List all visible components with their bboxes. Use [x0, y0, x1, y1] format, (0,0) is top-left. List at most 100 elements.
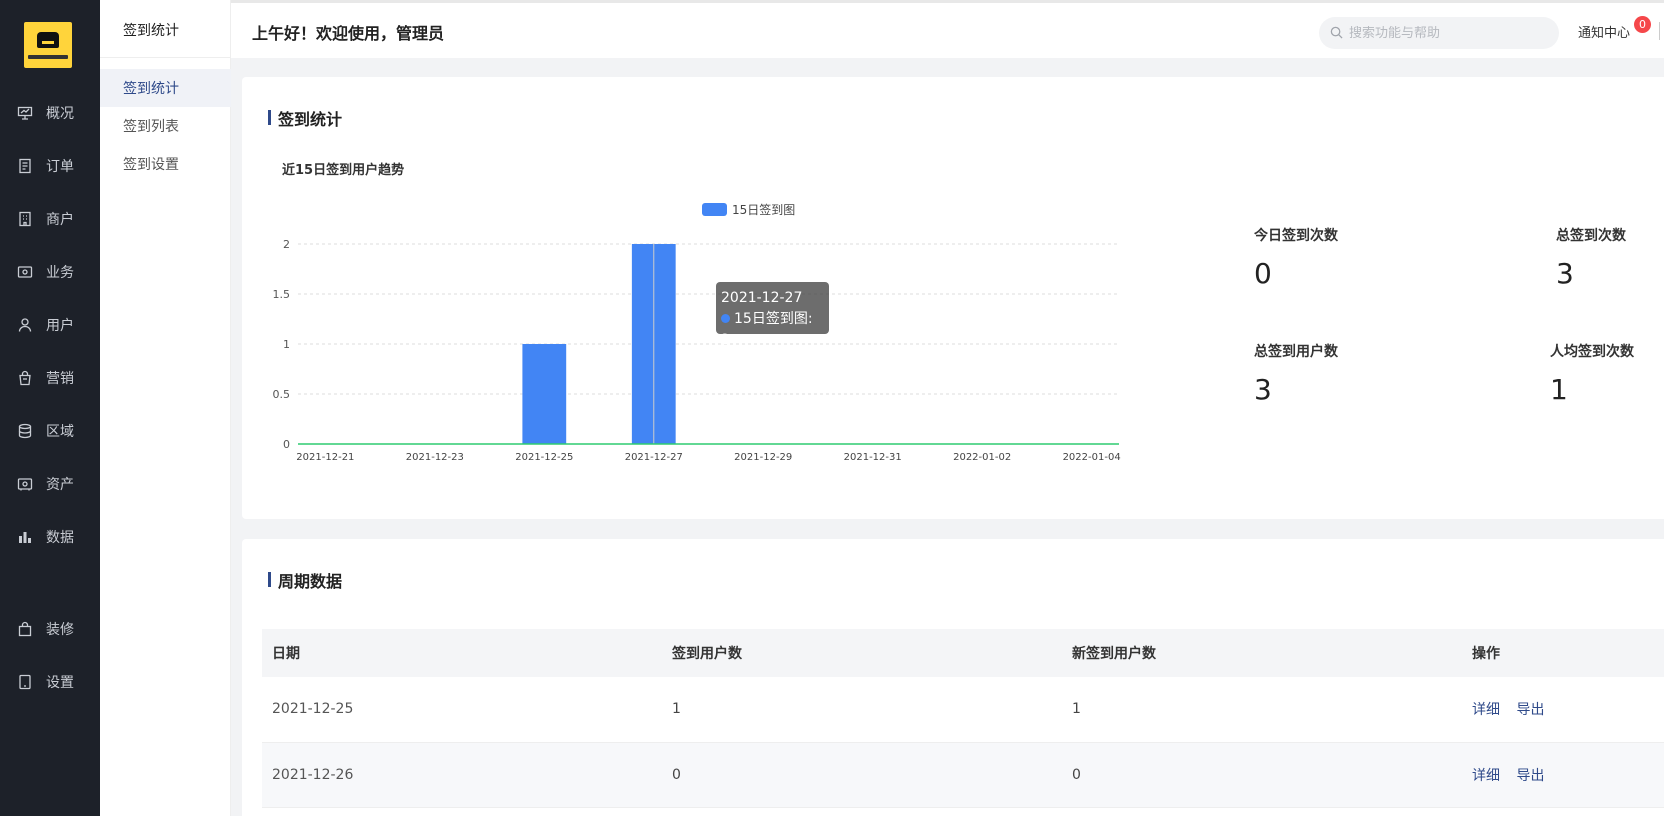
presentation-icon [17, 105, 33, 121]
nav-label: 资产 [46, 477, 74, 493]
nav-label: 装修 [46, 622, 74, 638]
bar-chart-icon [17, 529, 33, 545]
chart-bar[interactable] [522, 344, 567, 444]
nav-label: 订单 [46, 159, 74, 175]
notification-center[interactable]: 通知中心 [1578, 22, 1630, 41]
column-header-actions: 操作 [1462, 629, 1664, 677]
table-header-row: 日期 签到用户数 新签到用户数 操作 [262, 629, 1664, 677]
nav-label: 数据 [46, 530, 74, 546]
nav-label: 营销 [46, 371, 74, 387]
tooltip-date: 2021-12-27 [721, 290, 803, 306]
nav-item-merchants[interactable]: 商户 [0, 199, 100, 239]
nav-label: 商户 [46, 212, 74, 228]
logo-mark [37, 32, 59, 48]
stat-label: 今日签到次数 [1254, 228, 1338, 244]
nav-item-overview[interactable]: 概况 [0, 93, 100, 133]
period-table: 日期 签到用户数 新签到用户数 操作 2021-12-25 1 1 详细 导出 … [262, 629, 1664, 808]
tooltip-value: 15日签到图: 2 [721, 311, 813, 348]
shopping-bag-icon [17, 621, 33, 637]
legend-swatch[interactable] [702, 203, 727, 216]
x-tick-label: 2021-12-27 [625, 452, 683, 463]
top-header: 上午好！欢迎使用，管理员 通知中心 0 [231, 0, 1664, 58]
tooltip-dot-icon [721, 314, 730, 323]
chart-tooltip: 2021-12-27 15日签到图: 2 [716, 282, 829, 348]
y-tick-label: 0 [283, 438, 290, 451]
detail-link[interactable]: 详细 [1472, 702, 1500, 718]
search-box[interactable] [1319, 17, 1559, 49]
legend-label: 15日签到图 [732, 202, 795, 217]
bag-icon [17, 370, 33, 386]
nav-item-marketing[interactable]: 营销 [0, 358, 100, 398]
x-tick-label: 2021-12-21 [296, 452, 354, 463]
x-tick-label: 2021-12-29 [734, 452, 792, 463]
nav-item-business[interactable]: 业务 [0, 252, 100, 292]
welcome-text: 上午好！欢迎使用，管理员 [252, 24, 445, 43]
notification-badge: 0 [1634, 16, 1651, 33]
subnav-title: 签到统计 [123, 23, 179, 39]
user-icon [17, 317, 33, 333]
stat-total-checkins: 总签到次数 3 [1556, 225, 1626, 290]
x-tick-label: 2021-12-23 [406, 452, 464, 463]
cell-date: 2021-12-25 [262, 677, 662, 743]
building-icon [17, 211, 33, 227]
tablet-icon [17, 674, 33, 690]
stat-label: 人均签到次数 [1550, 344, 1634, 360]
cell-new-users: 0 [1062, 742, 1462, 808]
subnav-item-checkin-stats[interactable]: 签到统计 [100, 69, 231, 107]
stat-value: 3 [1556, 257, 1574, 290]
cell-users: 1 [662, 677, 1062, 743]
nav-label: 用户 [46, 318, 74, 334]
nav-item-users[interactable]: 用户 [0, 305, 100, 345]
x-tick-label: 2022-01-02 [953, 452, 1011, 463]
detail-link[interactable]: 详细 [1472, 768, 1500, 784]
stat-label: 总签到次数 [1556, 228, 1626, 244]
nav-label: 区域 [46, 424, 74, 440]
wallet-icon [17, 264, 33, 280]
stat-total-checkin-users: 总签到用户数 3 [1254, 341, 1338, 406]
table-row: 2021-12-25 1 1 详细 导出 [262, 677, 1664, 743]
main-nav: 概况 订单 商户 业务 用户 营销 区域 资产 数据 装修 设置 [0, 0, 100, 816]
table-row: 2021-12-26 0 0 详细 导出 [262, 742, 1664, 808]
nav-item-region[interactable]: 区域 [0, 411, 100, 451]
stat-value: 0 [1254, 257, 1272, 290]
logo-text [28, 55, 68, 59]
y-tick-label: 1.5 [273, 288, 291, 301]
subnav-divider [100, 57, 231, 58]
nav-label: 设置 [46, 675, 74, 691]
x-tick-label: 2021-12-31 [844, 452, 902, 463]
search-icon [1330, 24, 1343, 43]
cell-actions: 详细 导出 [1462, 742, 1664, 808]
stat-today-checkins: 今日签到次数 0 [1254, 225, 1338, 290]
checkin-stats-card: 签到统计 近15日签到用户趋势 0 0.5 1 1.5 2 2021-12-21 2021… [242, 77, 1664, 519]
x-tick-label: 2022-01-04 [1063, 452, 1121, 463]
header-divider [1659, 22, 1660, 40]
app-logo[interactable] [24, 22, 72, 68]
cell-users: 0 [662, 742, 1062, 808]
cell-new-users: 1 [1062, 677, 1462, 743]
cell-date: 2021-12-26 [262, 742, 662, 808]
export-link[interactable]: 导出 [1516, 702, 1544, 718]
nav-item-orders[interactable]: 订单 [0, 146, 100, 186]
nav-item-decoration[interactable]: 装修 [0, 609, 100, 649]
y-tick-label: 1 [283, 338, 290, 351]
y-tick-label: 0.5 [273, 388, 291, 401]
stat-value: 1 [1550, 373, 1568, 406]
subnav-item-checkin-settings[interactable]: 签到设置 [100, 145, 231, 183]
nav-item-settings[interactable]: 设置 [0, 662, 100, 702]
cell-actions: 详细 导出 [1462, 677, 1664, 743]
nav-item-data[interactable]: 数据 [0, 517, 100, 557]
nav-label: 业务 [46, 265, 74, 281]
document-icon [17, 158, 33, 174]
export-link[interactable]: 导出 [1516, 768, 1544, 784]
subnav-item-checkin-list[interactable]: 签到列表 [100, 107, 231, 145]
nav-item-assets[interactable]: 资产 [0, 464, 100, 504]
column-header-date: 日期 [262, 629, 662, 677]
tooltip-value-row: 15日签到图: 2 [721, 309, 824, 351]
period-data-card: 周期数据 日期 签到用户数 新签到用户数 操作 2021-12-25 1 1 详… [242, 539, 1664, 816]
stat-label: 总签到用户数 [1254, 344, 1338, 360]
column-header-users: 签到用户数 [662, 629, 1062, 677]
stat-avg-checkins: 人均签到次数 1 [1550, 341, 1634, 406]
stat-value: 3 [1254, 373, 1272, 406]
nav-label: 概况 [46, 106, 74, 122]
search-input[interactable] [1349, 25, 1549, 41]
